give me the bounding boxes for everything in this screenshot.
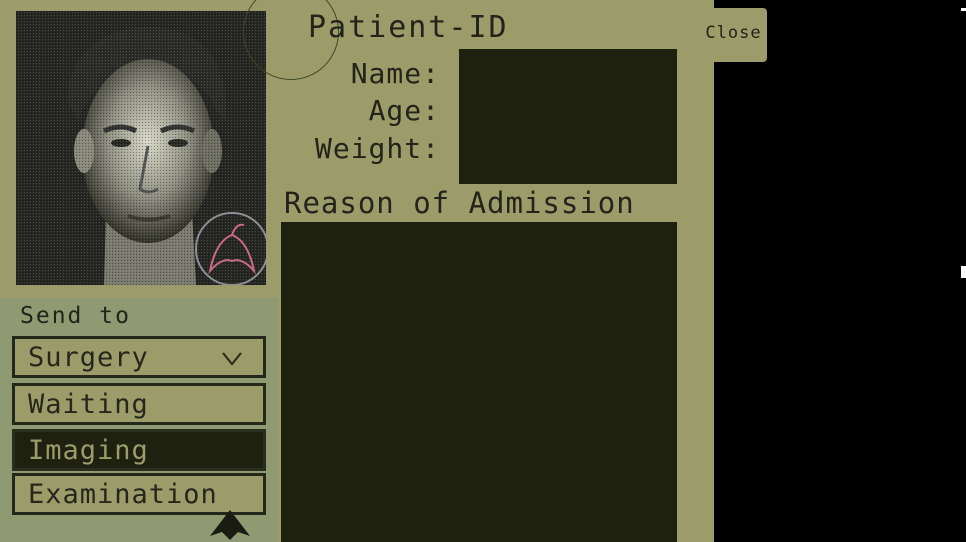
page-title: Patient-ID	[308, 10, 509, 45]
weight-label: Weight:	[314, 132, 440, 165]
reason-of-admission-label: Reason of Admission	[284, 186, 635, 220]
send-to-label: Send to	[20, 303, 131, 329]
age-label: Age:	[368, 94, 440, 127]
send-to-selected-value: Surgery	[28, 341, 149, 373]
close-button[interactable]: Close	[700, 16, 767, 50]
arrow-up-icon	[210, 510, 250, 540]
send-to-dropdown[interactable]: Surgery	[12, 336, 266, 378]
chevron-down-icon	[222, 352, 242, 366]
name-label: Name:	[350, 57, 440, 90]
edge-marker	[961, 8, 966, 11]
patient-portrait	[16, 11, 266, 285]
option-label: Imaging	[28, 434, 149, 466]
reason-of-admission-field	[281, 222, 677, 542]
portrait-image	[16, 11, 266, 285]
option-label: Waiting	[28, 388, 149, 420]
send-option-waiting[interactable]: Waiting	[12, 383, 266, 425]
edge-marker	[961, 266, 966, 278]
patient-info-field	[459, 49, 677, 184]
send-option-imaging[interactable]: Imaging	[12, 429, 266, 471]
option-label: Examination	[28, 478, 218, 510]
